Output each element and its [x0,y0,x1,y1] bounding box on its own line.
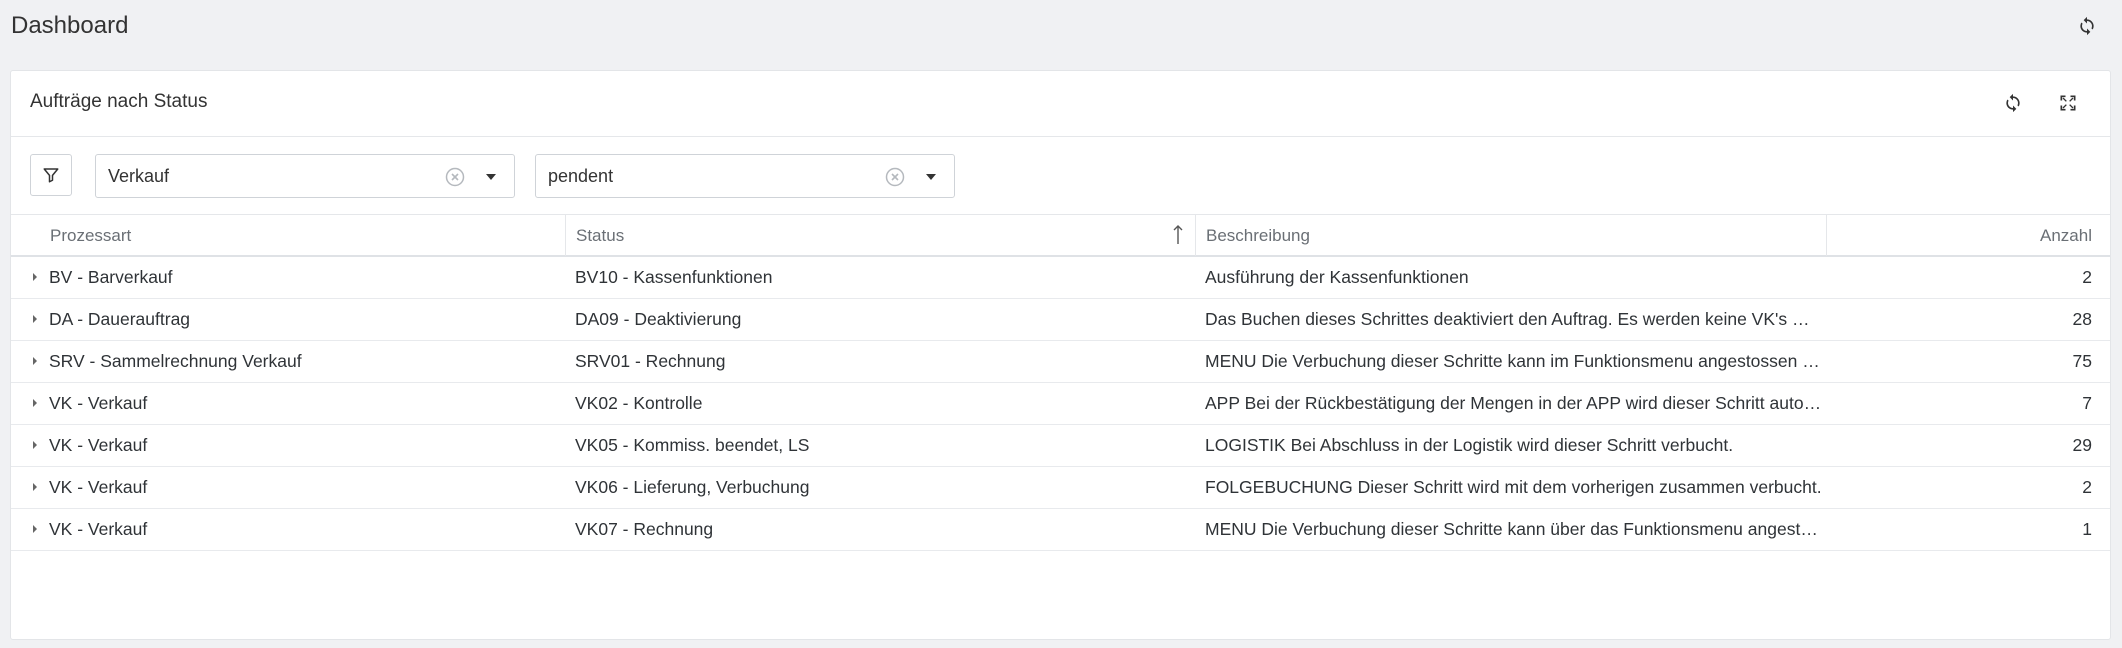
filter-row: Verkauf pendent [11,137,2110,214]
row-expand-toggle[interactable] [29,355,41,367]
column-header-prozessart[interactable]: Prozessart [50,215,131,256]
cell-beschreibung: Ausführung der Kassenfunktionen [1205,267,1469,287]
cell-anzahl: 75 [2072,351,2092,371]
clear-icon [885,167,905,187]
cell-anzahl: 2 [2082,477,2092,497]
filter-button[interactable] [30,154,72,196]
cell-beschreibung: APP Bei der Rückbestätigung der Mengen i… [1205,393,1822,413]
cell-prozessart: SRV - Sammelrechnung Verkauf [49,351,302,371]
caret-down-icon [486,174,496,180]
table-header: Prozessart Status Beschreibung Anzahl [11,214,2110,257]
row-expand-toggle[interactable] [29,523,41,535]
table-row[interactable]: SRV - Sammelrechnung Verkauf SRV01 - Rec… [11,341,2110,383]
cell-status: SRV01 - Rechnung [575,351,726,371]
refresh-icon [2006,93,2020,113]
orders-by-status-panel: Aufträge nach Status Verkauf pendent Pro… [10,70,2111,640]
cell-anzahl: 1 [2082,519,2092,539]
cell-prozessart: VK - Verkauf [49,519,148,539]
cell-status: VK05 - Kommiss. beendet, LS [575,435,810,455]
cell-status: VK02 - Kontrolle [575,393,703,413]
cell-anzahl: 2 [2082,267,2092,287]
orders-table: Prozessart Status Beschreibung Anzahl BV… [11,214,2110,551]
table-body: BV - Barverkauf BV10 - Kassenfunktionen … [11,257,2110,551]
panel-fullscreen-button[interactable] [2050,85,2086,121]
status-select-value: pendent [548,166,614,186]
row-expand-toggle[interactable] [29,481,41,493]
table-row[interactable]: BV - Barverkauf BV10 - Kassenfunktionen … [11,257,2110,299]
process-type-select-value: Verkauf [108,166,170,186]
fullscreen-icon [2060,95,2076,111]
cell-anzahl: 7 [2082,393,2092,413]
filter-icon [43,168,59,183]
row-expand-toggle[interactable] [29,271,41,283]
cell-anzahl: 29 [2072,435,2092,455]
column-header-beschreibung[interactable]: Beschreibung [1206,215,1310,256]
column-resizer[interactable] [565,215,566,256]
clear-icon [445,167,465,187]
cell-status: VK07 - Rechnung [575,519,714,539]
cell-beschreibung: LOGISTIK Bei Abschluss in der Logistik w… [1205,435,1734,455]
cell-prozessart: BV - Barverkauf [49,267,173,287]
table-row[interactable]: DA - Dauerauftrag DA09 - Deaktivierung D… [11,299,2110,341]
process-type-select[interactable]: Verkauf [95,154,515,198]
column-resizer[interactable] [1826,215,1827,256]
refresh-icon [2080,16,2094,36]
process-type-dropdown-toggle[interactable] [480,166,502,188]
cell-beschreibung: FOLGEBUCHUNG Dieser Schritt wird mit dem… [1205,477,1822,497]
page-title: Dashboard [11,12,129,39]
dashboard-refresh-button[interactable] [2069,8,2105,44]
cell-status: DA09 - Deaktivierung [575,309,742,329]
row-expand-toggle[interactable] [29,439,41,451]
cell-beschreibung: Das Buchen dieses Schrittes deaktiviert … [1205,309,1823,329]
cell-beschreibung: MENU Die Verbuchung dieser Schritte kann… [1205,351,1820,371]
table-row[interactable]: VK - Verkauf VK06 - Lieferung, Verbuchun… [11,467,2110,509]
caret-right-icon [33,273,37,281]
caret-right-icon [33,483,37,491]
caret-right-icon [33,315,37,323]
status-clear-button[interactable] [884,166,906,188]
panel-title: Aufträge nach Status [30,91,208,112]
column-resizer[interactable] [1195,215,1196,256]
cell-prozessart: VK - Verkauf [49,477,148,497]
cell-status: BV10 - Kassenfunktionen [575,267,773,287]
cell-prozessart: VK - Verkauf [49,393,148,413]
column-header-anzahl[interactable]: Anzahl [2040,215,2092,256]
table-row[interactable]: VK - Verkauf VK07 - Rechnung MENU Die Ve… [11,509,2110,551]
panel-refresh-button[interactable] [1995,85,2031,121]
caret-down-icon [926,174,936,180]
caret-right-icon [33,525,37,533]
row-expand-toggle[interactable] [29,397,41,409]
caret-right-icon [33,357,37,365]
cell-beschreibung: MENU Die Verbuchung dieser Schritte kann… [1205,519,1823,539]
cell-prozessart: VK - Verkauf [49,435,148,455]
sort-ascending-icon[interactable] [1171,224,1185,246]
table-row[interactable]: VK - Verkauf VK02 - Kontrolle APP Bei de… [11,383,2110,425]
column-header-status[interactable]: Status [576,215,624,256]
caret-right-icon [33,441,37,449]
status-select[interactable]: pendent [535,154,955,198]
caret-right-icon [33,399,37,407]
cell-prozessart: DA - Dauerauftrag [49,309,191,329]
top-bar: Dashboard [0,0,2122,54]
cell-anzahl: 28 [2072,309,2092,329]
process-type-clear-button[interactable] [444,166,466,188]
table-row[interactable]: VK - Verkauf VK05 - Kommiss. beendet, LS… [11,425,2110,467]
status-dropdown-toggle[interactable] [920,166,942,188]
panel-header: Aufträge nach Status [11,71,2110,137]
cell-status: VK06 - Lieferung, Verbuchung [575,477,810,497]
row-expand-toggle[interactable] [29,313,41,325]
